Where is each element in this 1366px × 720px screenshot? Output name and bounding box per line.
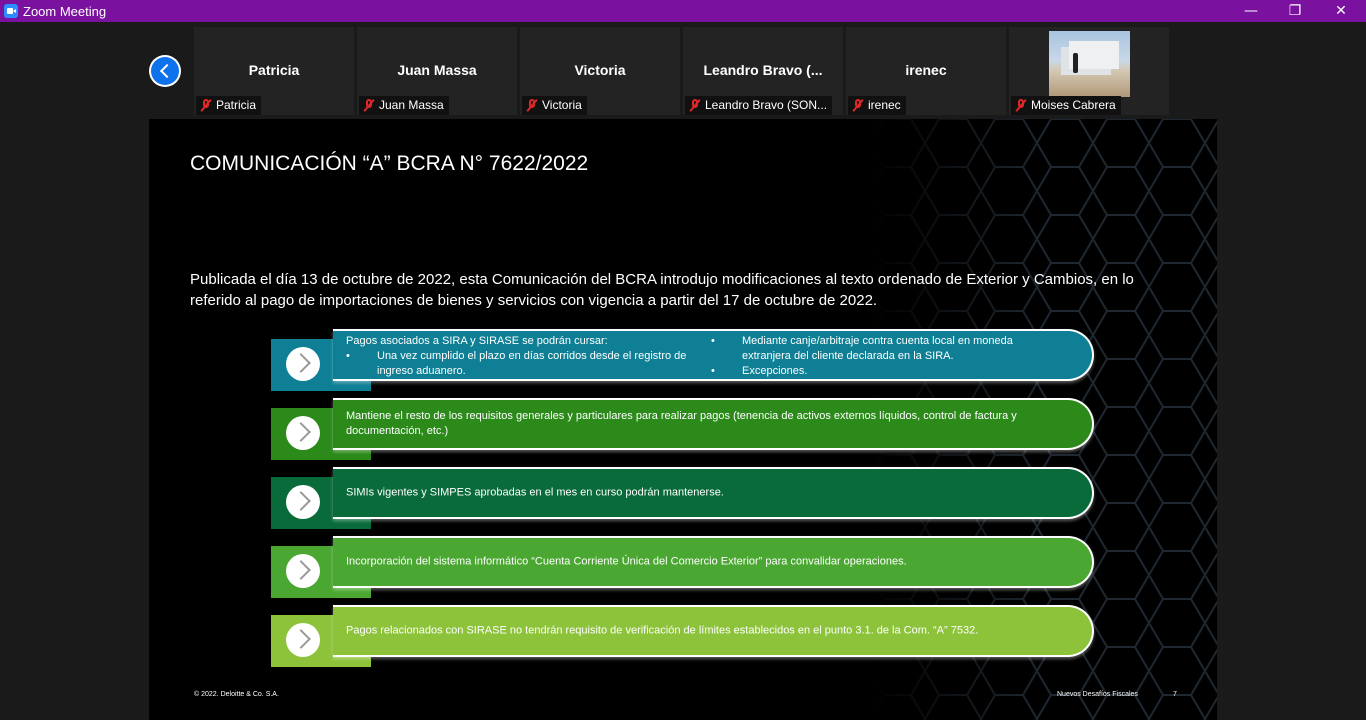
participant-name: Patricia: [248, 62, 300, 78]
bullet-item: Una vez cumplido el plazo en días corrid…: [346, 349, 706, 379]
chevron-right-icon: [286, 623, 320, 657]
participant-video: [1049, 31, 1130, 97]
slide-intro: Publicada el día 13 de octubre de 2022, …: [190, 271, 1134, 309]
participant-tile[interactable]: Juan Massa Juan Massa: [357, 27, 517, 115]
item-box: SIMIs vigentes y SIMPES aprobadas en el …: [333, 467, 1094, 519]
item-text: Mantiene el resto de los requisitos gene…: [346, 410, 1017, 437]
bullet-item: Mediante canje/arbitraje contra cuenta l…: [711, 334, 1041, 364]
mic-muted-icon: [200, 99, 212, 112]
chevron-right-icon: [286, 554, 320, 588]
mic-muted-icon: [526, 99, 538, 112]
item-text: Pagos relacionados con SIRASE no tendrán…: [346, 624, 979, 637]
participant-tile[interactable]: Leandro Bravo (... Leandro Bravo (SON...: [683, 27, 843, 115]
slide-footer-title: Nuevos Desafíos Fiscales: [1057, 691, 1138, 698]
participant-label: Patricia: [196, 96, 262, 115]
participant-name: irenec: [905, 62, 947, 78]
item-box: Mantiene el resto de los requisitos gene…: [333, 398, 1094, 450]
participant-tile[interactable]: Patricia Patricia: [194, 27, 354, 115]
minimize-button[interactable]: —: [1228, 0, 1274, 22]
close-button[interactable]: ✕: [1318, 0, 1364, 22]
participant-label: irenec: [848, 96, 906, 115]
chevron-right-icon: [286, 485, 320, 519]
participant-label: Moises Cabrera: [1011, 96, 1121, 115]
list-item: Pagos asociados a SIRA y SIRASE se podrá…: [271, 329, 1101, 393]
window-titlebar: Zoom Meeting — ❐ ✕: [0, 0, 1366, 22]
item-box: Pagos asociados a SIRA y SIRASE se podrá…: [333, 329, 1094, 381]
participant-name: Victoria: [574, 62, 626, 78]
item-box: Incorporación del sistema informático “C…: [333, 536, 1094, 588]
chevron-right-icon: [286, 416, 320, 450]
zoom-app-icon: [4, 4, 18, 18]
restore-button[interactable]: ❐: [1272, 0, 1318, 22]
item-text: Incorporación del sistema informático “C…: [346, 555, 907, 568]
shared-screen-slide: COMUNICACIÓN “A” BCRA N° 7622/2022 Publi…: [149, 119, 1217, 720]
mic-muted-icon: [1015, 99, 1027, 112]
mic-muted-icon: [852, 99, 864, 112]
slide-copyright: © 2022. Deloitte & Co. S.A.: [194, 691, 279, 698]
participant-label: Victoria: [522, 96, 587, 115]
window-title: Zoom Meeting: [23, 4, 107, 19]
participant-tile[interactable]: Victoria Victoria: [520, 27, 680, 115]
list-item: Incorporación del sistema informático “C…: [271, 536, 1101, 600]
item-text: SIMIs vigentes y SIMPES aprobadas en el …: [346, 486, 724, 499]
previous-page-button[interactable]: [149, 55, 181, 87]
slide-title: COMUNICACIÓN “A” BCRA N° 7622/2022: [190, 152, 589, 175]
participant-label: Juan Massa: [359, 96, 449, 115]
participant-name: Leandro Bravo (...: [703, 62, 823, 78]
participant-tile[interactable]: irenec irenec: [846, 27, 1006, 115]
list-item: Pagos relacionados con SIRASE no tendrán…: [271, 605, 1101, 669]
chevron-left-icon: [151, 57, 179, 85]
item-lead: Pagos asociados a SIRA y SIRASE se podrá…: [346, 335, 608, 347]
list-item: Mantiene el resto de los requisitos gene…: [271, 398, 1101, 462]
bullet-item: Excepciones.: [711, 364, 1041, 379]
list-item: SIMIs vigentes y SIMPES aprobadas en el …: [271, 467, 1101, 531]
chevron-right-icon: [286, 347, 320, 381]
mic-muted-icon: [689, 99, 701, 112]
participant-tile[interactable]: Moises Cabrera: [1009, 27, 1169, 115]
slide-page-number: 7: [1173, 691, 1177, 698]
item-box: Pagos relacionados con SIRASE no tendrán…: [333, 605, 1094, 657]
mic-muted-icon: [363, 99, 375, 112]
participant-name: Juan Massa: [397, 62, 477, 78]
participant-label: Leandro Bravo (SON...: [685, 96, 833, 115]
